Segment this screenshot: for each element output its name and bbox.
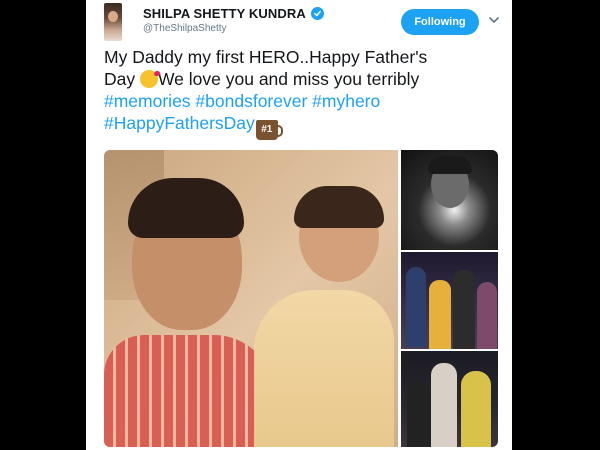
group-person <box>477 282 497 349</box>
avatar-face <box>108 11 118 22</box>
tweet-text-love: We love you and miss you terribly <box>157 69 420 89</box>
tweet-photo-family-trio[interactable] <box>401 351 498 447</box>
portrait-hair <box>428 156 472 174</box>
photo-father-hair <box>128 178 244 238</box>
group-person <box>406 267 426 347</box>
tweet-text-day: Day <box>104 69 140 89</box>
following-button[interactable]: Following <box>401 9 479 35</box>
photo-child-hair <box>294 186 384 228</box>
author-display-name[interactable]: SHILPA SHETTY KUNDRA <box>143 6 306 21</box>
chevron-down-icon[interactable] <box>488 15 500 25</box>
author-name-row: SHILPA SHETTY KUNDRA <box>143 6 324 21</box>
trio-person <box>461 371 491 447</box>
tweet-text-line-1: My Daddy my first HERO..Happy Father's <box>104 47 428 67</box>
tweet-text-line-2: Day We love you and miss you terribly <box>104 68 499 90</box>
trio-person <box>407 381 431 447</box>
tweet-photo-family-group[interactable] <box>401 252 498 349</box>
tweet-card: SHILPA SHETTY KUNDRA @TheShilpaShetty Fo… <box>86 0 512 450</box>
photo-father-shirt <box>104 335 274 447</box>
tweet-photo-main[interactable] <box>104 150 398 447</box>
group-person <box>429 280 451 349</box>
tweet-text: My Daddy my first HERO..Happy Father's D… <box>104 46 499 140</box>
hashtag-happyfathersday[interactable]: #HappyFathersDay <box>104 113 255 133</box>
verified-icon <box>310 7 324 20</box>
tweet-text-line-4: #HappyFathersDay #1 <box>104 112 499 140</box>
author-handle[interactable]: @TheShilpaShetty <box>143 23 227 34</box>
photo-child-dress <box>254 290 394 447</box>
avatar[interactable] <box>104 3 122 41</box>
hashtag-line[interactable]: #memories #bondsforever #myhero <box>104 90 499 112</box>
tweet-photo-portrait[interactable] <box>401 150 498 250</box>
face-blowing-kiss-icon <box>139 70 158 88</box>
trio-person <box>431 363 457 447</box>
number-one-mug-icon: #1 <box>255 120 283 140</box>
group-person <box>453 270 475 349</box>
